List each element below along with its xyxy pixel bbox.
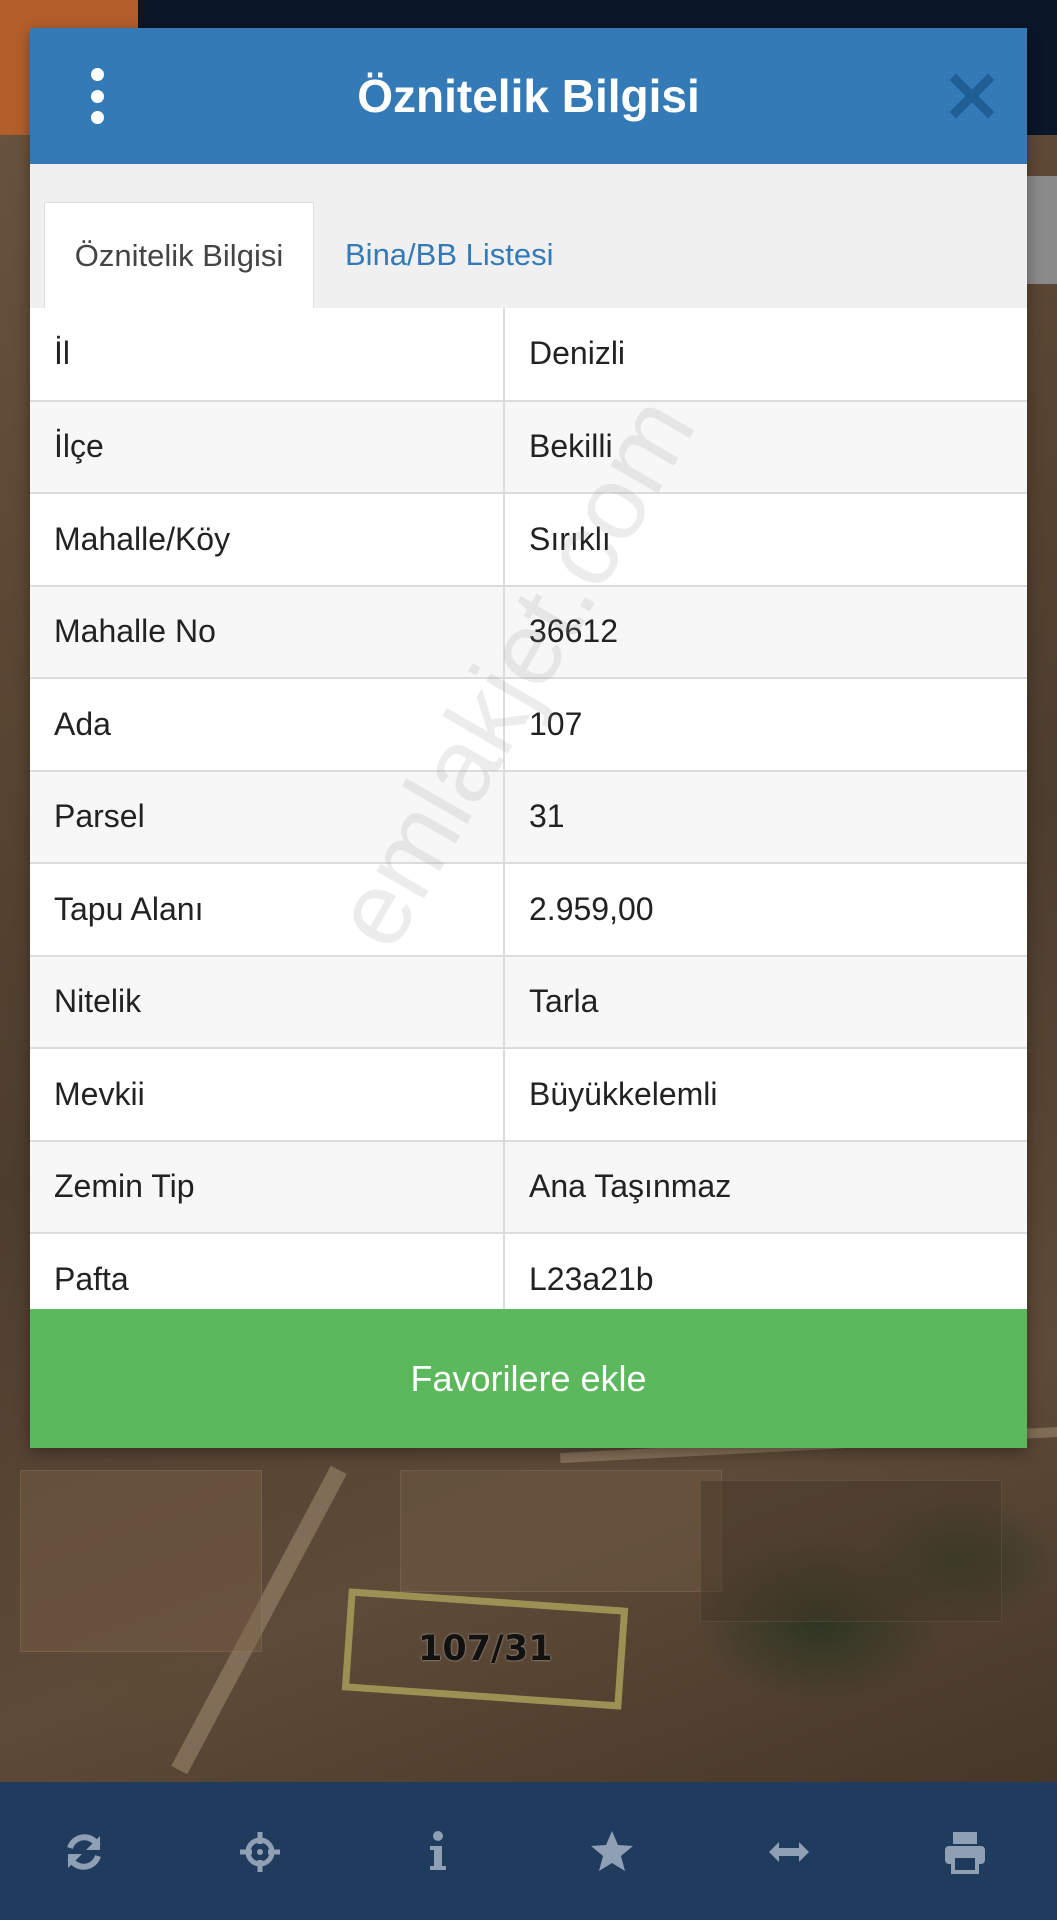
row-key: Mevkii: [30, 1048, 505, 1142]
table-row: İlçe Bekilli: [30, 400, 1027, 494]
attribute-table: İl Denizli İlçe Bekilli Mahalle/Köy Sırı…: [30, 308, 1027, 1327]
star-icon: [591, 1831, 633, 1871]
more-vertical-icon-dot: [90, 111, 104, 124]
dialog-header: Öznitelik Bilgisi: [30, 28, 1027, 164]
row-value: 2.959,00: [504, 863, 1027, 957]
measure-button[interactable]: [757, 1820, 821, 1884]
info-icon: [430, 1831, 446, 1870]
tab-bar: Öznitelik Bilgisi Bina/BB Listesi: [30, 164, 1027, 309]
map-field: [700, 1480, 1002, 1622]
table-row: Mahalle No 36612: [30, 585, 1027, 679]
row-key: Tapu Alanı: [30, 863, 505, 957]
row-key: Mahalle No: [30, 585, 505, 679]
row-value: Sırıklı: [504, 493, 1027, 587]
tab-attribute-info[interactable]: Öznitelik Bilgisi: [44, 202, 314, 308]
row-key: Zemin Tip: [30, 1140, 505, 1234]
refresh-icon: [67, 1834, 101, 1870]
table-row: Tapu Alanı 2.959,00: [30, 863, 1027, 957]
row-value: Denizli: [504, 308, 1027, 402]
crosshair-icon: [240, 1832, 280, 1872]
row-value: Ana Taşınmaz: [504, 1140, 1027, 1234]
add-to-favorites-button[interactable]: Favorilere ekle: [30, 1309, 1027, 1448]
table-row: Ada 107: [30, 678, 1027, 772]
map-field: [400, 1470, 722, 1592]
table-row: Mahalle/Köy Sırıklı: [30, 493, 1027, 587]
menu-button[interactable]: [80, 68, 114, 124]
print-icon: [945, 1832, 985, 1874]
row-value: 107: [504, 678, 1027, 772]
map-side-panel-edge: [1027, 176, 1057, 284]
more-vertical-icon-dot: [90, 89, 104, 103]
row-value: 31: [504, 770, 1027, 864]
table-row: Mevkii Büyükkelemli: [30, 1048, 1027, 1142]
tab-building-list[interactable]: Bina/BB Listesi: [345, 202, 605, 308]
map-parcel-outline[interactable]: 107/31: [341, 1588, 629, 1710]
close-button[interactable]: [948, 72, 996, 120]
table-row: Nitelik Tarla: [30, 955, 1027, 1049]
table-row: Zemin Tip Ana Taşınmaz: [30, 1140, 1027, 1234]
parcel-label: 107/31: [417, 1629, 553, 1669]
row-key: Ada: [30, 678, 505, 772]
row-value: 36612: [504, 585, 1027, 679]
attribute-dialog: Öznitelik Bilgisi Öznitelik Bilgisi Bina…: [30, 28, 1027, 1448]
table-row: Parsel 31: [30, 770, 1027, 864]
refresh-button[interactable]: [52, 1820, 116, 1884]
locate-button[interactable]: [228, 1820, 292, 1884]
measure-icon: [769, 1842, 809, 1862]
info-button[interactable]: [404, 1820, 468, 1884]
table-row: İl Denizli: [30, 308, 1027, 402]
bottom-toolbar: [0, 1782, 1057, 1920]
row-key: Nitelik: [30, 955, 505, 1049]
row-key: İlçe: [30, 400, 505, 494]
print-button[interactable]: [933, 1820, 997, 1884]
row-value: Büyükkelemli: [504, 1048, 1027, 1142]
favorites-button[interactable]: [580, 1820, 644, 1884]
more-vertical-icon-dot: [90, 68, 104, 81]
row-value: Bekilli: [504, 400, 1027, 494]
dialog-title: Öznitelik Bilgisi: [357, 70, 700, 122]
row-key: Mahalle/Köy: [30, 493, 505, 587]
close-icon: [949, 73, 995, 119]
row-value: Tarla: [504, 955, 1027, 1049]
row-key: Parsel: [30, 770, 505, 864]
map-field: [20, 1470, 262, 1652]
row-key: İl: [30, 308, 505, 402]
